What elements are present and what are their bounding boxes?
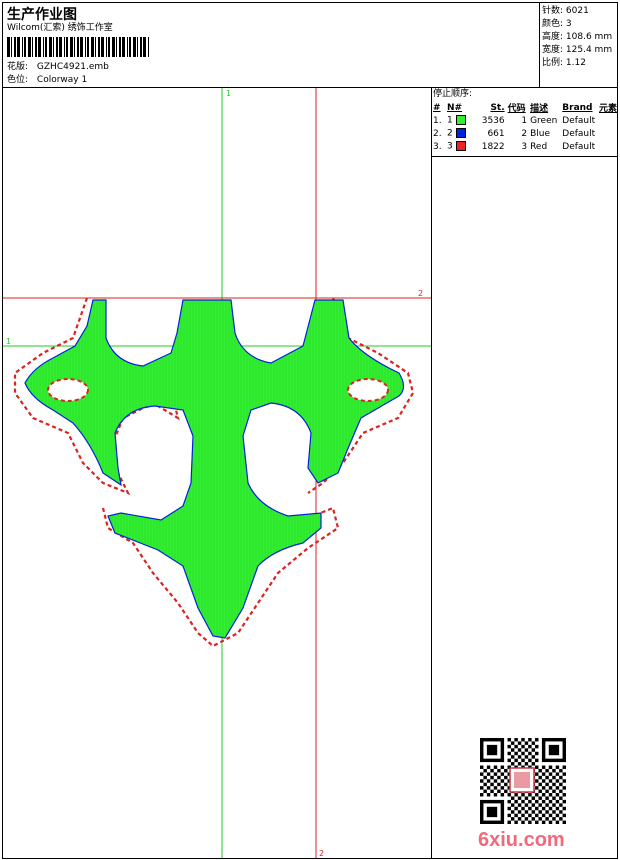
colorway-row: 色位: Colorway 1 xyxy=(7,75,87,86)
stop-sequence-table: # N# St. 代码 描述 Brand 元素 1. 1 3536 1 Gree… xyxy=(433,101,620,153)
embroidery-motif xyxy=(13,297,415,648)
stop-sequence-title: 停止顺序: xyxy=(433,89,473,99)
company-name: Wilcom(汇索) 绣饰工作室 xyxy=(7,23,113,33)
fill-area-green xyxy=(24,299,405,639)
guide-label-green-left: 1 xyxy=(6,337,11,346)
colorway-label: 色位: xyxy=(7,75,29,85)
guide-label-green-top: 1 xyxy=(226,89,231,98)
watermark-logo: 6xiu.com xyxy=(478,829,565,851)
color-swatch xyxy=(455,128,466,139)
color-swatch xyxy=(455,115,466,126)
stat-height: 高度: 108.6 mm xyxy=(542,32,613,42)
right-eye-hole xyxy=(347,378,389,402)
stat-width: 宽度: 125.4 mm xyxy=(542,45,613,55)
left-eye-hole xyxy=(47,378,89,402)
qr-code xyxy=(480,738,566,824)
guide-label-red-right: 2 xyxy=(418,289,423,298)
guide-label-red-bottom: 2 xyxy=(319,849,324,858)
stat-stitches: 针数: 6021 xyxy=(542,6,589,16)
table-header-row: # N# St. 代码 描述 Brand 元素 xyxy=(433,102,617,115)
colorway-value: Colorway 1 xyxy=(36,75,88,85)
design-value: GZHC4921.emb xyxy=(36,62,109,72)
design-file-row: 花版: GZHC4921.emb xyxy=(7,62,109,73)
page-title: 生产作业图 xyxy=(7,7,77,23)
table-row: 2. 2 661 2 Blue Default xyxy=(433,128,596,139)
barcode-bars xyxy=(7,37,149,57)
barcode xyxy=(7,37,149,57)
stat-colors: 颜色: 3 xyxy=(542,19,572,29)
stats-list: 针数: 6021 颜色: 3 高度: 108.6 mm 宽度: 125.4 mm… xyxy=(542,5,612,70)
color-swatch xyxy=(455,141,466,152)
table-row: 3. 3 1822 3 Red Default xyxy=(433,141,596,152)
embroidery-design-canvas: 1 1 2 2 xyxy=(3,88,431,858)
design-label: 花版: xyxy=(7,62,29,72)
stat-scale: 比例: 1.12 xyxy=(542,58,586,68)
table-row: 1. 1 3536 1 Green Default xyxy=(433,115,596,126)
